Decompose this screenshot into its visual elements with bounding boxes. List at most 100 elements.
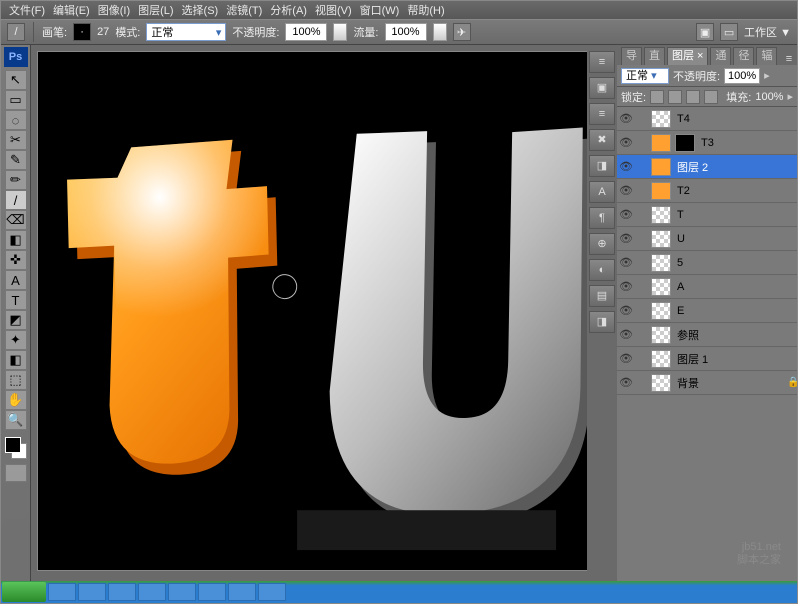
layer-name[interactable]: T4	[675, 113, 797, 125]
tool-2[interactable]: ◌	[5, 110, 27, 130]
taskbar-item[interactable]	[48, 583, 76, 601]
taskbar-item[interactable]	[228, 583, 256, 601]
chevron-right-icon[interactable]: ▸	[787, 90, 793, 103]
layer-name[interactable]: E	[675, 305, 797, 317]
tool-13[interactable]: ✦	[5, 330, 27, 350]
menu-file[interactable]: 文件(F)	[5, 2, 49, 18]
menu-edit[interactable]: 编辑(E)	[49, 2, 94, 18]
layer-thumbnail[interactable]	[651, 326, 671, 344]
fill-input[interactable]: 100%	[755, 91, 783, 103]
tool-4[interactable]: ✎	[5, 150, 27, 170]
tab-extra[interactable]: 辐	[756, 47, 777, 65]
workspace-switcher[interactable]: 工作区 ▼	[744, 24, 791, 40]
color-swatches[interactable]	[3, 435, 29, 461]
visibility-eye-icon[interactable]: 👁	[619, 160, 633, 174]
layer-name[interactable]: 图层 1	[675, 351, 797, 367]
menu-layer[interactable]: 图层(L)	[134, 2, 177, 18]
visibility-eye-icon[interactable]: 👁	[619, 280, 633, 294]
layer-name[interactable]: 图层 2	[675, 159, 797, 175]
visibility-eye-icon[interactable]: 👁	[619, 112, 633, 126]
tool-8[interactable]: ◧	[5, 230, 27, 250]
panel-menu-icon[interactable]: ≡	[781, 53, 797, 65]
layer-thumbnail[interactable]	[651, 254, 671, 272]
layer-name[interactable]: U	[675, 233, 797, 245]
layer-row[interactable]: 👁U	[617, 227, 797, 251]
dock-button-10[interactable]: ◨	[589, 311, 615, 333]
tool-7[interactable]: ⌫	[5, 210, 27, 230]
visibility-eye-icon[interactable]: 👁	[619, 208, 633, 222]
document-canvas[interactable]	[37, 51, 587, 571]
opacity-input[interactable]: 100%	[285, 23, 327, 41]
visibility-eye-icon[interactable]: 👁	[619, 328, 633, 342]
visibility-eye-icon[interactable]: 👁	[619, 352, 633, 366]
dock-button-3[interactable]: ✖	[589, 129, 615, 151]
menu-view[interactable]: 视图(V)	[311, 2, 356, 18]
tool-5[interactable]: ✏	[5, 170, 27, 190]
layer-row[interactable]: 👁T2	[617, 179, 797, 203]
menu-help[interactable]: 帮助(H)	[403, 2, 448, 18]
layer-row[interactable]: 👁A	[617, 275, 797, 299]
tool-3[interactable]: ✂	[5, 130, 27, 150]
foreground-color-swatch[interactable]	[5, 437, 21, 453]
layer-thumbnail[interactable]	[651, 278, 671, 296]
layer-name[interactable]: 参照	[675, 327, 797, 343]
taskbar-item[interactable]	[138, 583, 166, 601]
lock-pixels-icon[interactable]	[668, 90, 682, 104]
layer-mask-thumbnail[interactable]	[675, 134, 695, 152]
taskbar-item[interactable]	[168, 583, 196, 601]
menu-select[interactable]: 选择(S)	[178, 2, 223, 18]
layer-name[interactable]: T	[675, 209, 797, 221]
layer-row[interactable]: 👁背景🔒	[617, 371, 797, 395]
layer-row[interactable]: 👁T	[617, 203, 797, 227]
layer-thumbnail[interactable]	[651, 134, 671, 152]
brush-tool-icon[interactable]: /	[7, 23, 25, 41]
screen-mode-icon[interactable]: ▭	[720, 23, 738, 41]
tool-12[interactable]: ◩	[5, 310, 27, 330]
layer-name[interactable]: 5	[675, 257, 797, 269]
quickmask-icon[interactable]	[5, 464, 27, 482]
dock-button-4[interactable]: ◨	[589, 155, 615, 177]
visibility-eye-icon[interactable]: 👁	[619, 376, 633, 390]
tab-channels[interactable]: 通	[710, 47, 731, 65]
tool-6[interactable]: /	[5, 190, 27, 210]
layer-row[interactable]: 👁 图层 2	[617, 155, 797, 179]
taskbar-item[interactable]	[108, 583, 136, 601]
layer-blend-combo[interactable]: 正常 ▾	[621, 68, 669, 84]
tab-paths[interactable]: 径	[733, 47, 754, 65]
tool-14[interactable]: ◧	[5, 350, 27, 370]
lock-all-icon[interactable]	[704, 90, 718, 104]
layer-name[interactable]: 背景	[675, 375, 783, 391]
layer-thumbnail[interactable]	[651, 302, 671, 320]
tab-histogram[interactable]: 直	[644, 47, 665, 65]
tool-1[interactable]: ▭	[5, 90, 27, 110]
brush-preset-picker[interactable]: ·	[73, 23, 91, 41]
layer-thumbnail[interactable]	[651, 230, 671, 248]
flow-flyout-icon[interactable]	[433, 23, 447, 41]
taskbar-item[interactable]	[78, 583, 106, 601]
tool-10[interactable]: A	[5, 270, 27, 290]
airbrush-icon[interactable]: ✈	[453, 23, 471, 41]
lock-position-icon[interactable]	[686, 90, 700, 104]
dock-button-8[interactable]: ◐	[589, 259, 615, 281]
flow-input[interactable]: 100%	[385, 23, 427, 41]
blend-mode-combo[interactable]: 正常▾	[146, 23, 226, 41]
visibility-eye-icon[interactable]: 👁	[619, 184, 633, 198]
menu-analysis[interactable]: 分析(A)	[266, 2, 311, 18]
visibility-eye-icon[interactable]: 👁	[619, 232, 633, 246]
visibility-eye-icon[interactable]: 👁	[619, 136, 633, 150]
menu-image[interactable]: 图像(I)	[94, 2, 134, 18]
lock-transparency-icon[interactable]	[650, 90, 664, 104]
tool-16[interactable]: ✋	[5, 390, 27, 410]
dock-button-0[interactable]: ≡	[589, 51, 615, 73]
layer-row[interactable]: 👁E	[617, 299, 797, 323]
layer-name[interactable]: A	[675, 281, 797, 293]
taskbar-item[interactable]	[198, 583, 226, 601]
tool-9[interactable]: ✜	[5, 250, 27, 270]
layer-thumbnail[interactable]	[651, 182, 671, 200]
tab-navigator[interactable]: 导	[621, 47, 642, 65]
visibility-eye-icon[interactable]: 👁	[619, 304, 633, 318]
layer-thumbnail[interactable]	[651, 374, 671, 392]
layer-row[interactable]: 👁 参照	[617, 323, 797, 347]
visibility-eye-icon[interactable]: 👁	[619, 256, 633, 270]
dock-button-9[interactable]: ▤	[589, 285, 615, 307]
